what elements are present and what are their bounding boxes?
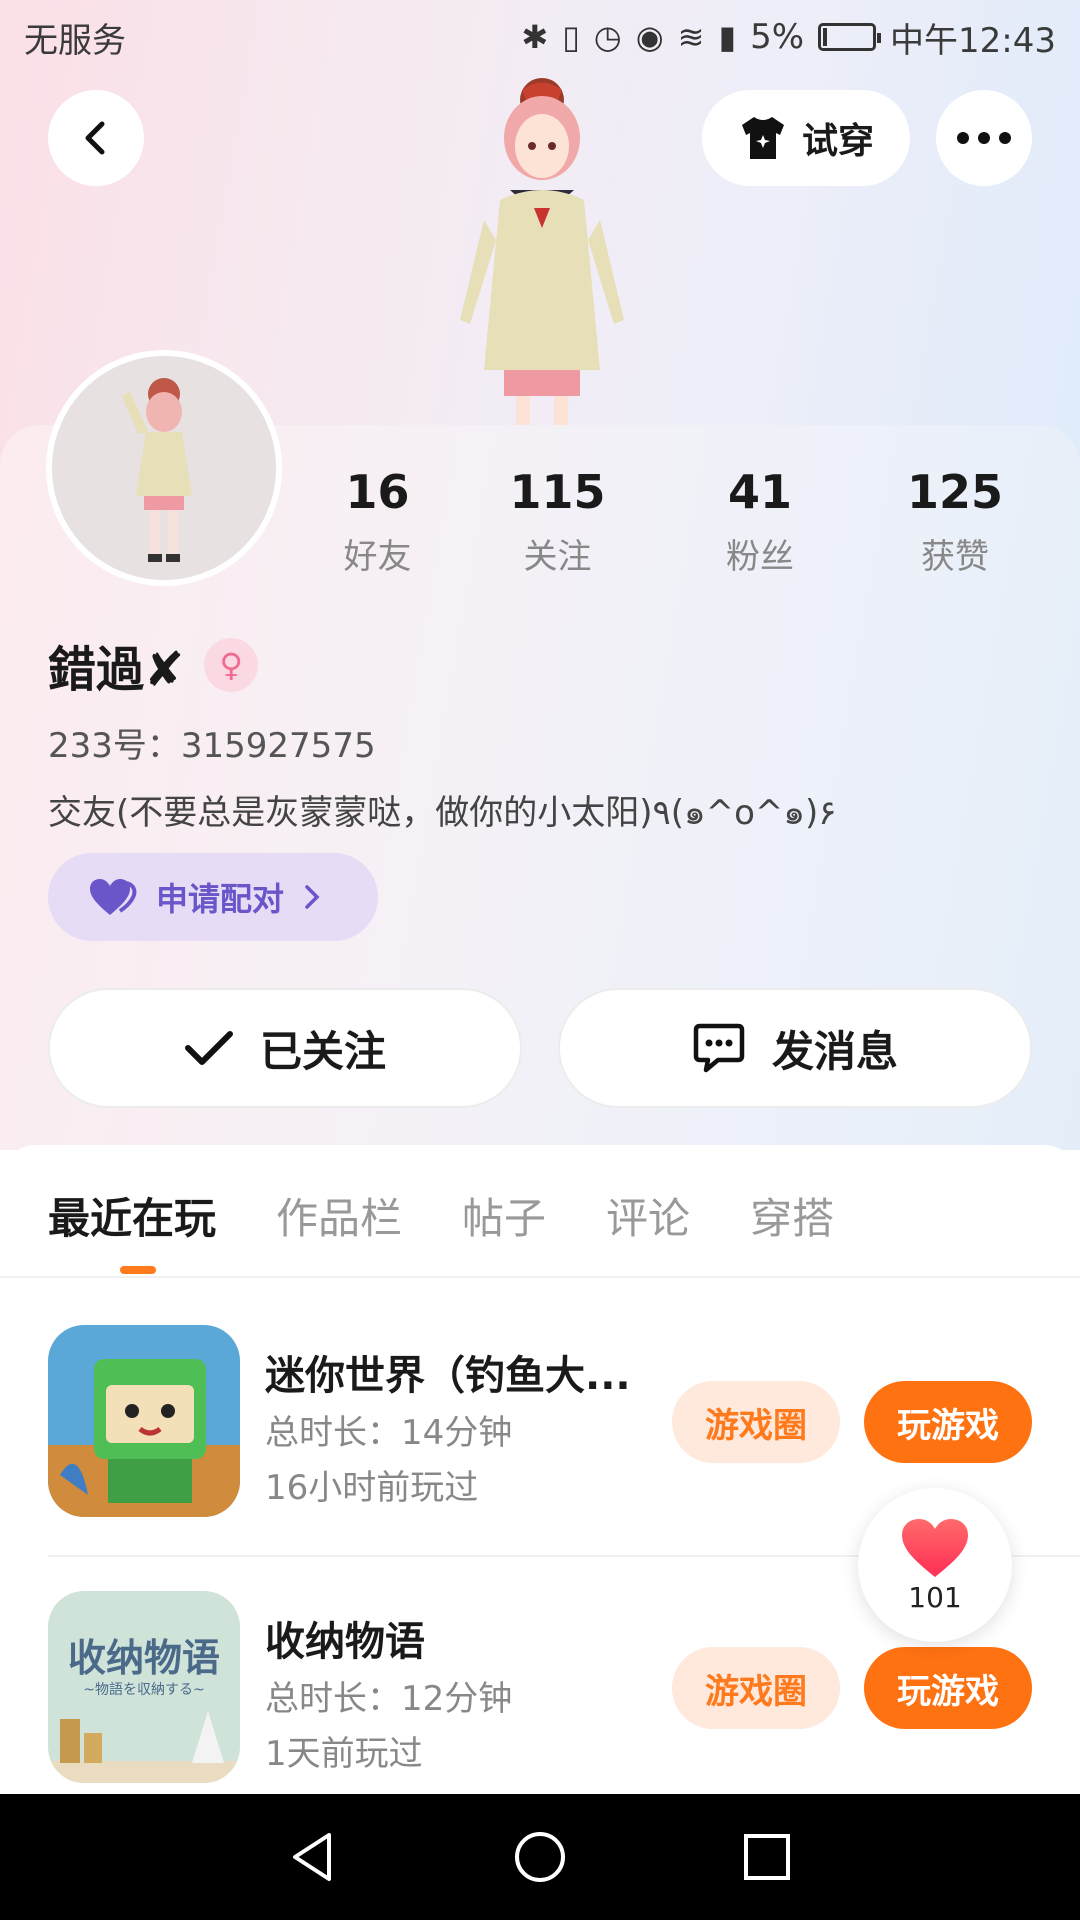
- following-button[interactable]: 已关注: [48, 988, 522, 1108]
- stat-label: 好友: [343, 537, 412, 577]
- game-last-played: 1天前玩过: [265, 1734, 423, 1774]
- tab-posts[interactable]: 帖子: [462, 1185, 546, 1246]
- stat-label: 关注: [523, 537, 592, 577]
- profile-bio: 交友(不要总是灰蒙蒙哒，做你的小太阳)٩(๑^o^๑)۶: [48, 793, 837, 833]
- send-message-label: 发消息: [771, 1026, 898, 1076]
- bluetooth-icon: ✱: [521, 18, 549, 56]
- avatar[interactable]: [46, 350, 282, 586]
- game-last-played: 16小时前玩过: [265, 1468, 479, 1508]
- battery-alert-icon: ▮: [718, 18, 737, 56]
- nav-back-icon[interactable]: [285, 1829, 341, 1885]
- play-game-button[interactable]: 玩游戏: [864, 1381, 1032, 1463]
- profile-tabs: 最近在玩 作品栏 帖子 评论 穿搭: [48, 1185, 834, 1246]
- stat-following[interactable]: 115 关注: [455, 465, 660, 578]
- play-game-button[interactable]: 玩游戏: [864, 1647, 1032, 1729]
- battery-icon: [818, 23, 882, 51]
- more-button[interactable]: [936, 90, 1032, 186]
- tab-recent-play[interactable]: 最近在玩: [48, 1185, 216, 1246]
- female-gender-icon: ♀: [204, 638, 259, 692]
- battery-percent: 5%: [750, 17, 805, 57]
- avatar-figure-image: [122, 378, 192, 562]
- alarm-icon: ◷: [593, 18, 622, 56]
- stat-fans[interactable]: 41 粉丝: [660, 465, 860, 578]
- tab-comments[interactable]: 评论: [606, 1185, 690, 1246]
- following-label: 已关注: [259, 1026, 386, 1076]
- vibrate-icon: ▯: [562, 18, 580, 56]
- user-id: 233号：315927575: [48, 726, 376, 766]
- profile-name-row: 錯過✘ ♀: [48, 630, 259, 700]
- game-title: 收纳物语: [265, 1619, 425, 1665]
- more-dots-icon: [957, 132, 1011, 144]
- request-pair-label: 申请配对: [156, 880, 285, 918]
- game-icon-mini-world[interactable]: [48, 1325, 240, 1517]
- carrier-text: 无服务: [24, 20, 126, 61]
- game-duration: 总时长：14分钟: [265, 1413, 513, 1453]
- shirt-icon: [741, 117, 784, 159]
- game-circle-button[interactable]: 游戏圈: [672, 1381, 840, 1463]
- nav-home-icon[interactable]: [512, 1829, 568, 1885]
- active-tab-indicator: [120, 1266, 156, 1274]
- try-on-button[interactable]: 试穿: [702, 90, 910, 186]
- stat-value: 16: [345, 465, 410, 519]
- chevron-left-icon: [85, 121, 105, 155]
- check-icon: [184, 1031, 233, 1065]
- wifi-icon: ≋: [677, 18, 705, 56]
- game-circle-button[interactable]: 游戏圈: [672, 1647, 840, 1729]
- stat-value: 125: [906, 465, 1004, 519]
- heart-icon: [902, 1518, 968, 1577]
- nav-recents-icon[interactable]: [739, 1829, 795, 1885]
- clock: 中午12:43: [890, 20, 1056, 61]
- chevron-right-icon: [305, 885, 320, 909]
- game-duration: 总时长：12分钟: [265, 1679, 513, 1719]
- heart-pair-icon: [90, 879, 137, 915]
- tab-works[interactable]: 作品栏: [276, 1185, 402, 1246]
- system-nav-bar: [0, 1794, 1080, 1920]
- eye-icon: ◉: [635, 18, 664, 56]
- tab-outfits[interactable]: 穿搭: [750, 1185, 834, 1246]
- like-floating-button[interactable]: 101: [858, 1488, 1012, 1642]
- game-title: 迷你世界（钓鱼大...: [265, 1353, 631, 1399]
- stat-friends[interactable]: 16 好友: [300, 465, 455, 578]
- status-bar: 无服务 ✱ ▯ ◷ ◉ ≋ ▮ 5% 中午12:43: [0, 0, 1080, 74]
- stat-value: 41: [727, 465, 792, 519]
- stat-label: 获赞: [921, 537, 989, 577]
- request-pair-button[interactable]: 申请配对: [48, 853, 378, 941]
- divider: [0, 1276, 1080, 1278]
- try-on-label: 试穿: [801, 121, 874, 162]
- avatar-3d-figure[interactable]: [430, 70, 650, 430]
- message-bubble-icon: [693, 1023, 745, 1073]
- game-icon-storage-story[interactable]: 收纳物语 ~物語を収納する~: [48, 1591, 240, 1783]
- like-count: 101: [908, 1580, 962, 1614]
- profile-name: 錯過✘: [48, 642, 185, 698]
- stat-value: 115: [509, 465, 606, 519]
- send-message-button[interactable]: 发消息: [558, 988, 1032, 1108]
- back-button[interactable]: [48, 90, 144, 186]
- stat-likes[interactable]: 125 获赞: [860, 465, 1050, 578]
- profile-stats: 16 好友 115 关注 41 粉丝 125 获赞: [300, 465, 1060, 578]
- stat-label: 粉丝: [726, 537, 794, 577]
